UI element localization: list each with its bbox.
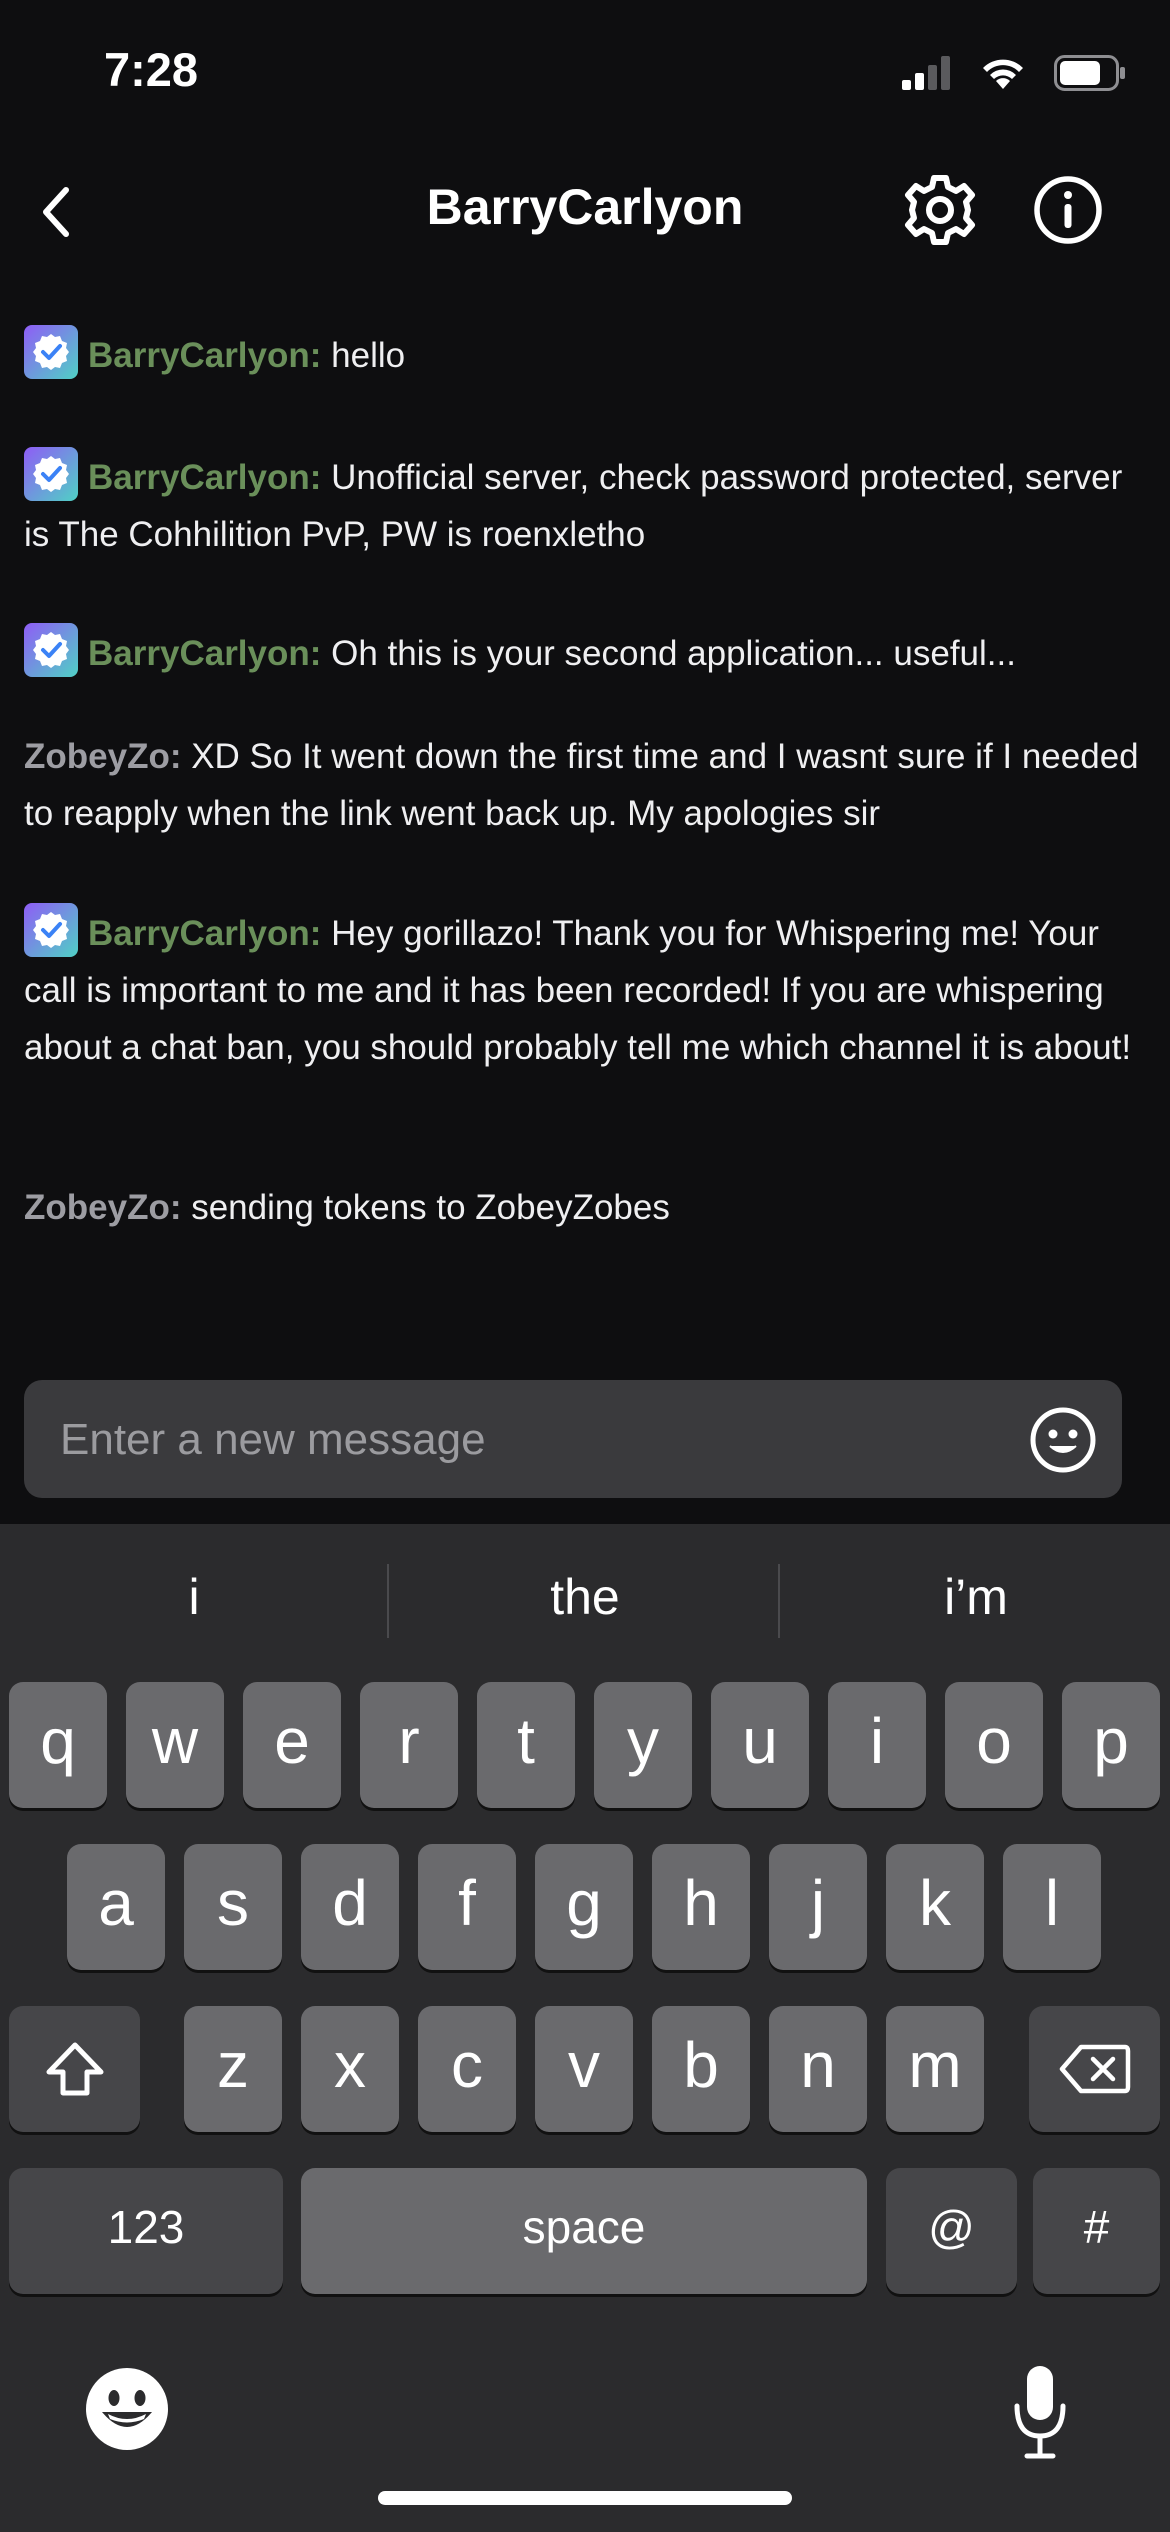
key-x[interactable]: x: [301, 2006, 399, 2132]
page-title: BarryCarlyon: [426, 179, 744, 235]
key-t[interactable]: t: [477, 1682, 575, 1808]
battery-icon: [1054, 55, 1125, 91]
chat-message: BarryCarlyon: Unofficial server, check p…: [24, 447, 1148, 563]
key-p[interactable]: p: [1062, 1682, 1160, 1808]
hash-key[interactable]: #: [1033, 2168, 1160, 2294]
suggestion-3[interactable]: i’m: [782, 1552, 1170, 1642]
message-composer: [24, 1380, 1122, 1500]
key-b[interactable]: b: [652, 2006, 750, 2132]
key-m[interactable]: m: [886, 2006, 984, 2132]
verified-badge-icon: [24, 325, 78, 379]
microphone-icon: [1014, 2366, 1066, 2459]
numbers-key[interactable]: 123: [9, 2168, 283, 2294]
key-z[interactable]: z: [184, 2006, 282, 2132]
chat-text: sending tokens to ZobeyZobes: [181, 1188, 670, 1227]
chat-username[interactable]: BarryCarlyon:: [88, 336, 321, 375]
emoji-keyboard-button[interactable]: [84, 2366, 170, 2452]
backspace-icon: [1059, 2044, 1130, 2094]
wifi-icon: [983, 59, 1023, 89]
chat-text: XD So It went down the first time and I …: [24, 737, 1139, 833]
info-button[interactable]: [1028, 170, 1108, 250]
chat-username[interactable]: ZobeyZo:: [24, 737, 181, 776]
key-u[interactable]: u: [711, 1682, 809, 1808]
emoji-icon: [86, 2368, 168, 2450]
key-e[interactable]: e: [243, 1682, 341, 1808]
key-j[interactable]: j: [769, 1844, 867, 1970]
verified-badge-icon: [24, 623, 78, 677]
suggestion-2[interactable]: the: [391, 1552, 779, 1642]
keyboard: i the i’m q w e r t y u i o p a s d f g …: [0, 1524, 1170, 2532]
info-icon: [1034, 176, 1102, 244]
shift-icon: [46, 2042, 103, 2096]
chat-message: BarryCarlyon: Hey gorillazo! Thank you f…: [24, 903, 1148, 1076]
chat-message: BarryCarlyon: Oh this is your second app…: [24, 623, 1148, 682]
settings-button[interactable]: [900, 170, 980, 250]
cellular-signal-icon: [902, 56, 950, 90]
status-time: 7:28: [104, 43, 199, 96]
key-d[interactable]: d: [301, 1844, 399, 1970]
chat-message: ZobeyZo: sending tokens to ZobeyZobes: [24, 1179, 1148, 1236]
key-q[interactable]: q: [9, 1682, 107, 1808]
key-a[interactable]: a: [67, 1844, 165, 1970]
chat-message: BarryCarlyon: hello: [24, 325, 1148, 384]
home-indicator: [378, 2491, 792, 2505]
emote-picker-button[interactable]: [1027, 1404, 1099, 1476]
suggestion-1[interactable]: i: [0, 1552, 388, 1642]
status-icons: [902, 50, 1126, 96]
chat-username[interactable]: BarryCarlyon:: [88, 458, 321, 497]
chat-username[interactable]: BarryCarlyon:: [88, 634, 321, 673]
key-f[interactable]: f: [418, 1844, 516, 1970]
suggestion-divider: [778, 1564, 780, 1638]
predictive-bar: i the i’m: [0, 1524, 1170, 1674]
gear-icon: [905, 175, 975, 245]
chat-message: ZobeyZo: XD So It went down the first ti…: [24, 728, 1148, 842]
key-c[interactable]: c: [418, 2006, 516, 2132]
space-key[interactable]: space: [301, 2168, 867, 2294]
at-key[interactable]: @: [886, 2168, 1017, 2294]
key-l[interactable]: l: [1003, 1844, 1101, 1970]
key-n[interactable]: n: [769, 2006, 867, 2132]
chat-text: hello: [321, 336, 406, 375]
key-r[interactable]: r: [360, 1682, 458, 1808]
chat-username[interactable]: BarryCarlyon:: [88, 914, 321, 953]
message-input[interactable]: [58, 1380, 1022, 1500]
key-v[interactable]: v: [535, 2006, 633, 2132]
delete-key[interactable]: [1029, 2006, 1160, 2132]
chat-username[interactable]: ZobeyZo:: [24, 1188, 181, 1227]
key-g[interactable]: g: [535, 1844, 633, 1970]
verified-badge-icon: [24, 447, 78, 501]
key-s[interactable]: s: [184, 1844, 282, 1970]
key-k[interactable]: k: [886, 1844, 984, 1970]
key-o[interactable]: o: [945, 1682, 1043, 1808]
dictation-button[interactable]: [1002, 2360, 1078, 2464]
suggestion-divider: [387, 1564, 389, 1638]
smiley-icon: [1030, 1407, 1096, 1473]
key-y[interactable]: y: [594, 1682, 692, 1808]
verified-badge-icon: [24, 903, 78, 957]
key-w[interactable]: w: [126, 1682, 224, 1808]
chat-text: Oh this is your second application... us…: [321, 634, 1016, 673]
key-h[interactable]: h: [652, 1844, 750, 1970]
shift-key[interactable]: [9, 2006, 140, 2132]
key-i[interactable]: i: [828, 1682, 926, 1808]
